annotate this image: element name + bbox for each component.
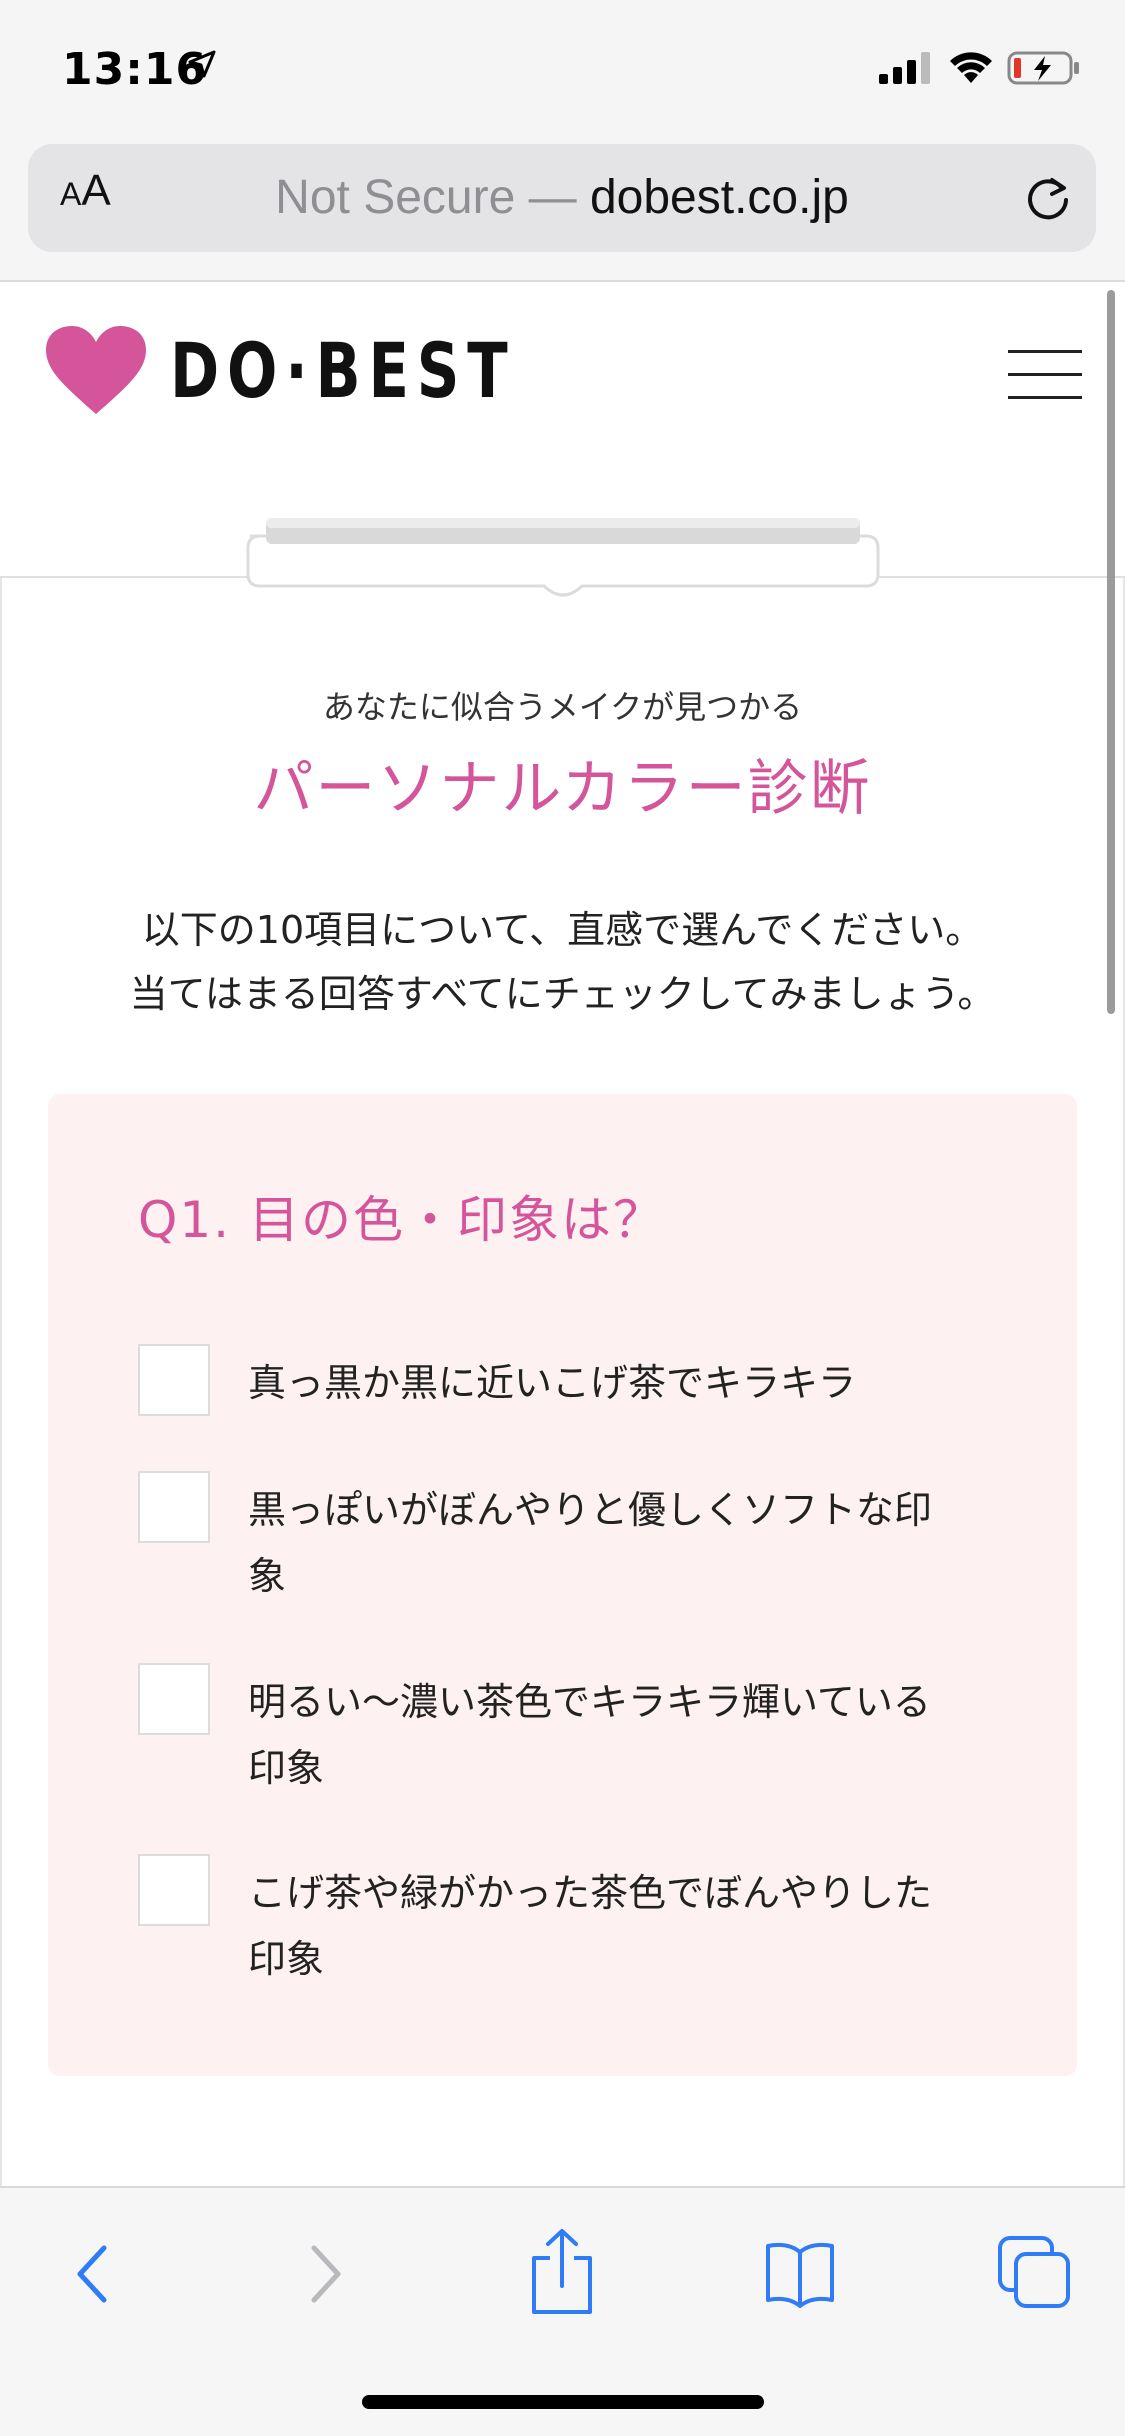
heart-logo-icon[interactable] <box>44 324 148 420</box>
option-3[interactable]: 明るい〜濃い茶色でキラキラ輝いている印象 <box>138 1663 978 1801</box>
address-bar[interactable]: AA Not Secure — dobest.co.jp <box>28 144 1096 252</box>
option-4-label[interactable]: こげ茶や緑がかった茶色でぼんやりした印象 <box>248 1860 948 1992</box>
status-icons <box>879 50 1081 86</box>
hamburger-menu-icon[interactable] <box>1008 350 1082 402</box>
site-header: DO·BEST <box>0 284 1125 464</box>
page-title: パーソナルカラー診断 <box>253 754 872 824</box>
option-4-checkbox[interactable] <box>138 1854 210 1926</box>
logo-text[interactable]: DO·BEST <box>170 326 516 415</box>
option-4[interactable]: こげ茶や緑がかった茶色でぼんやりした印象 <box>138 1854 978 1992</box>
tabs-icon[interactable] <box>996 2234 1072 2314</box>
browser-address-area: AA Not Secure — dobest.co.jp <box>0 140 1125 282</box>
back-icon[interactable] <box>68 2234 114 2318</box>
reload-icon[interactable] <box>1022 172 1074 228</box>
share-icon[interactable] <box>528 2228 596 2320</box>
option-3-label[interactable]: 明るい〜濃い茶色でキラキラ輝いている印象 <box>248 1669 948 1801</box>
intro-line-2: 当てはまる回答すべてにチェックしてみましょう。 <box>129 972 996 1016</box>
intro-text: 以下の10項目について、直感で選んでください。 当てはまる回答すべてにチェックし… <box>0 898 1125 1026</box>
clipboard-clip-icon <box>238 500 888 624</box>
home-indicator[interactable] <box>362 2395 764 2409</box>
question-title: Q1. 目の色・印象は？ <box>138 1191 665 1249</box>
forward-icon[interactable] <box>302 2234 348 2318</box>
option-1-checkbox[interactable] <box>138 1344 210 1416</box>
page-subtitle: あなたに似合うメイクが見つかる <box>322 688 803 726</box>
intro-line-1: 以下の10項目について、直感で選んでください。 <box>141 908 984 952</box>
domain-label: dobest.co.jp <box>589 171 849 224</box>
url-display[interactable]: Not Secure — dobest.co.jp <box>28 170 1096 225</box>
status-time: 13:16 <box>62 44 208 95</box>
location-arrow-icon <box>188 50 216 82</box>
option-1-label[interactable]: 真っ黒か黒に近いこげ茶でキラキラ <box>248 1350 948 1416</box>
option-2-label[interactable]: 黒っぽいがぼんやりと優しくソフトな印象 <box>248 1477 948 1609</box>
bookmarks-icon[interactable] <box>764 2238 836 2312</box>
status-bar: 13:16 <box>0 0 1125 140</box>
cellular-signal-icon <box>879 52 930 84</box>
wifi-icon <box>950 52 992 83</box>
option-3-checkbox[interactable] <box>138 1663 210 1735</box>
option-2[interactable]: 黒っぽいがぼんやりと優しくソフトな印象 <box>138 1471 978 1609</box>
scroll-indicator[interactable] <box>1107 290 1115 1014</box>
security-label: Not Secure — <box>275 171 577 224</box>
option-2-checkbox[interactable] <box>138 1471 210 1543</box>
option-1[interactable]: 真っ黒か黒に近いこげ茶でキラキラ <box>138 1344 978 1416</box>
battery-charging-icon <box>1007 51 1079 85</box>
